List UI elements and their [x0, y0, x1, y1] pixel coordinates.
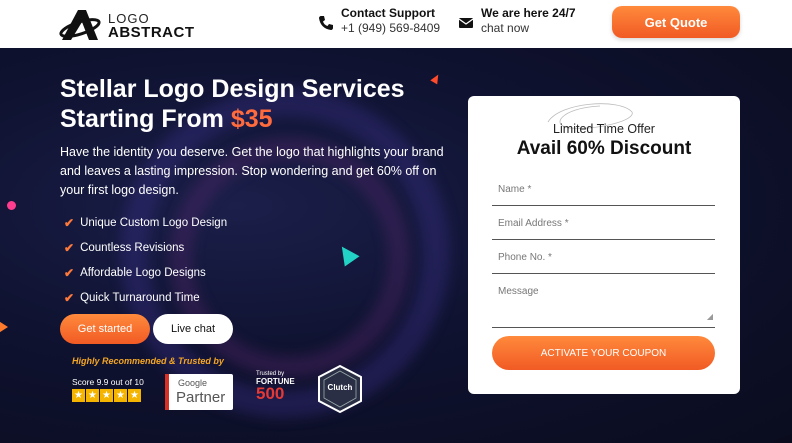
star-icon: ★	[86, 389, 99, 402]
decor-dot	[7, 201, 16, 210]
hero-title-prefix: Starting From	[60, 105, 231, 133]
logo-mark-icon	[59, 10, 101, 40]
check-icon: ✔	[64, 290, 75, 305]
decor-shard	[430, 72, 442, 85]
chat-now-link[interactable]: chat now	[481, 21, 529, 35]
hero-title: Stellar Logo Design Services Starting Fr…	[60, 74, 405, 134]
score-text: Score 9.9 out of 10	[72, 377, 144, 387]
trusted-heading: Highly Recommended & Trusted by	[72, 356, 224, 366]
coupon-form-card: Limited Time Offer Avail 60% Discount Na…	[468, 96, 740, 394]
feature-label: Countless Revisions	[80, 241, 185, 254]
message-placeholder: Message	[498, 286, 539, 297]
phone-icon	[319, 16, 333, 30]
decor-left-triangle	[0, 318, 8, 336]
fortune-number: 500	[256, 384, 285, 403]
live-chat-button[interactable]: Live chat	[153, 314, 233, 344]
offer-headline: Avail 60% Discount	[516, 138, 692, 159]
feature-label: Quick Turnaround Time	[80, 291, 200, 304]
offer-kicker: Limited Time Offer	[553, 122, 655, 136]
partner-label: Partner	[176, 389, 226, 406]
resize-handle-icon[interactable]: ◢	[707, 309, 713, 325]
feature-item: ✔ Affordable Logo Designs	[64, 260, 227, 285]
feature-label: Affordable Logo Designs	[80, 266, 206, 279]
phone-field[interactable]: Phone No. *	[492, 250, 715, 274]
google-label: Google	[178, 378, 208, 388]
site-header: LOGO ABSTRACT Contact Support +1 (949) 5…	[0, 0, 792, 48]
chat-title: We are here 24/7	[481, 6, 576, 20]
message-field[interactable]: Message ◢	[492, 284, 715, 328]
star-icon: ★	[72, 389, 85, 402]
get-started-button[interactable]: Get started	[60, 314, 150, 344]
email-field[interactable]: Email Address *	[492, 216, 715, 240]
star-icon: ★	[128, 389, 141, 402]
feature-item: ✔ Countless Revisions	[64, 235, 227, 260]
name-field[interactable]: Name *	[492, 182, 715, 206]
rating-stars: ★ ★ ★ ★ ★	[72, 389, 141, 402]
logo[interactable]: LOGO ABSTRACT	[58, 8, 198, 42]
activate-coupon-button[interactable]: ACTIVATE YOUR COUPON	[492, 336, 715, 370]
check-icon: ✔	[64, 215, 75, 230]
check-icon: ✔	[64, 265, 75, 280]
clutch-badge: Clutch	[316, 364, 364, 414]
hero-title-line2: Starting From $35	[60, 104, 405, 134]
feature-item: ✔ Quick Turnaround Time	[64, 285, 227, 310]
hero-title-line1: Stellar Logo Design Services	[60, 75, 405, 103]
feature-label: Unique Custom Logo Design	[80, 216, 228, 229]
logo-text-line2: ABSTRACT	[108, 24, 195, 41]
envelope-icon	[458, 18, 474, 28]
feature-item: ✔ Unique Custom Logo Design	[64, 210, 227, 235]
google-badge-bar	[165, 374, 169, 410]
feature-list: ✔ Unique Custom Logo Design ✔ Countless Re…	[64, 210, 227, 310]
star-icon: ★	[100, 389, 113, 402]
contact-phone[interactable]: +1 (949) 569-8409	[341, 21, 440, 35]
fortune-500-badge: Trusted by FORTUNE 500	[256, 371, 295, 403]
contact-title: Contact Support	[341, 6, 435, 20]
star-icon: ★	[114, 389, 127, 402]
check-icon: ✔	[64, 240, 75, 255]
get-quote-button[interactable]: Get Quote	[612, 6, 740, 38]
google-partner-badge: Google Partner	[165, 374, 233, 410]
clutch-label: Clutch	[327, 383, 353, 392]
hero-price: $35	[230, 105, 273, 133]
hero-description: Have the identity you deserve. Get the l…	[60, 145, 444, 197]
